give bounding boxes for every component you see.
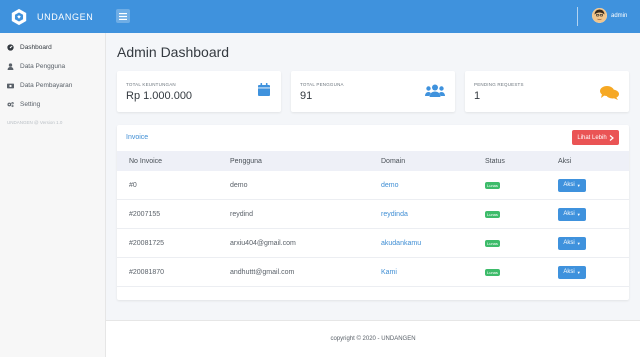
- top-navbar: UNDANGEN admin: [0, 0, 640, 33]
- stat-card-total-keuntungan: TOTAL KEUNTUNGAN Rp 1.000.000: [117, 71, 281, 112]
- lihat-lebih-label: Lihat Lebih: [577, 134, 607, 141]
- domain-link[interactable]: demo: [381, 182, 399, 189]
- invoice-user: demo: [230, 181, 248, 189]
- brand[interactable]: UNDANGEN: [0, 0, 106, 33]
- money-icon: [7, 82, 14, 89]
- invoice-user: andhuttt@gmail.com: [230, 268, 295, 276]
- domain-link[interactable]: akudankamu: [381, 240, 421, 247]
- stat-value: 1: [474, 90, 481, 102]
- invoice-number: #20081870: [129, 268, 165, 276]
- stat-card-total-pengguna: TOTAL PENGGUNA 91: [291, 71, 455, 112]
- status-badge: Lunas: [485, 181, 500, 189]
- aksi-label: Aksi: [563, 211, 575, 217]
- table-row: #2007155 reydind reydinda Lunas Aksi ▼: [117, 200, 629, 229]
- caret-down-icon: ▼: [576, 240, 581, 246]
- brand-name: UNDANGEN: [37, 11, 94, 22]
- stat-label: PENDING REQUESTS: [474, 82, 524, 87]
- user-menu[interactable]: admin: [592, 8, 627, 23]
- dashboard-icon: [7, 44, 14, 51]
- user-name: admin: [611, 12, 628, 19]
- domain-link[interactable]: Kami: [381, 269, 397, 276]
- copyright-text: copyright © 2020 - UNDANGEN: [330, 336, 416, 342]
- invoice-card: Invoice Lihat Lebih No Invoice Pengguna …: [117, 125, 629, 300]
- sidebar-item-label: Setting: [20, 101, 41, 108]
- invoice-user: reydind: [230, 210, 253, 218]
- stat-card-pending-requests: PENDING REQUESTS 1: [465, 71, 629, 112]
- caret-down-icon: ▼: [576, 211, 581, 217]
- aksi-label: Aksi: [563, 240, 575, 246]
- invoice-number: #0: [129, 181, 137, 189]
- nav-divider: [577, 7, 578, 26]
- caret-down-icon: ▼: [576, 269, 581, 275]
- stat-label: TOTAL KEUNTUNGAN: [126, 82, 176, 87]
- invoice-user: arxiu404@gmail.com: [230, 239, 296, 247]
- avatar: [592, 8, 607, 23]
- table-row: #20081870 andhuttt@gmail.com Kami Lunas …: [117, 258, 629, 287]
- page-title: Admin Dashboard: [117, 44, 230, 60]
- column-header-status: Status: [485, 157, 505, 165]
- sidebar: Dashboard Data Pengguna Data Pembayaran …: [0, 33, 106, 357]
- invoice-number: #2007155: [129, 210, 161, 218]
- users-icon: [425, 84, 445, 97]
- status-badge: Lunas: [485, 210, 500, 218]
- status-badge: Lunas: [485, 268, 500, 276]
- gears-icon: [7, 101, 14, 108]
- sidebar-item-label: Data Pembayaran: [20, 82, 73, 89]
- sidebar-item-dashboard[interactable]: Dashboard: [0, 41, 105, 54]
- sidebar-item-data-pembayaran[interactable]: Data Pembayaran: [0, 79, 105, 92]
- invoice-number: #20081725: [129, 239, 165, 247]
- stat-value: Rp 1.000.000: [126, 90, 193, 102]
- calendar-icon: [258, 83, 270, 96]
- chevron-right-icon: [609, 134, 614, 141]
- aksi-dropdown-button[interactable]: Aksi ▼: [558, 207, 586, 221]
- aksi-label: Aksi: [563, 182, 575, 188]
- sidebar-item-setting[interactable]: Setting: [0, 98, 105, 111]
- sidebar-item-label: Dashboard: [20, 44, 52, 51]
- table-row: #0 demo demo Lunas Aksi ▼: [117, 171, 629, 200]
- status-badge: Lunas: [485, 239, 500, 247]
- sidebar-item-label: Data Pengguna: [20, 63, 66, 70]
- aksi-dropdown-button[interactable]: Aksi ▼: [558, 236, 586, 250]
- user-avatar-icon: [592, 8, 607, 23]
- invoice-table: No Invoice Pengguna Domain Status Aksi #…: [117, 151, 629, 287]
- domain-link[interactable]: reydinda: [381, 211, 408, 218]
- table-row: #20081725 arxiu404@gmail.com akudankamu …: [117, 229, 629, 258]
- aksi-label: Aksi: [563, 269, 575, 275]
- aksi-dropdown-button[interactable]: Aksi ▼: [558, 178, 586, 192]
- comments-icon: [600, 86, 619, 100]
- table-header: No Invoice Pengguna Domain Status Aksi: [117, 151, 629, 171]
- aksi-dropdown-button[interactable]: Aksi ▼: [558, 265, 586, 279]
- column-header-aksi: Aksi: [558, 157, 572, 165]
- column-header-no-invoice: No Invoice: [129, 157, 163, 165]
- caret-down-icon: ▼: [576, 182, 581, 188]
- column-header-pengguna: Pengguna: [230, 157, 262, 165]
- sidebar-item-data-pengguna[interactable]: Data Pengguna: [0, 60, 105, 73]
- lihat-lebih-button[interactable]: Lihat Lebih: [572, 130, 619, 145]
- user-icon: [7, 63, 14, 70]
- column-header-domain: Domain: [381, 157, 406, 165]
- stat-value: 91: [300, 90, 313, 102]
- footer: copyright © 2020 - UNDANGEN: [106, 320, 640, 357]
- invoice-title[interactable]: Invoice: [126, 134, 148, 141]
- brand-logo-icon: [11, 8, 27, 25]
- hamburger-icon: [119, 12, 127, 20]
- version-text: UNDANGEN @ Version 1.0: [7, 120, 63, 125]
- stat-label: TOTAL PENGGUNA: [300, 82, 344, 87]
- hamburger-menu-button[interactable]: [116, 9, 130, 23]
